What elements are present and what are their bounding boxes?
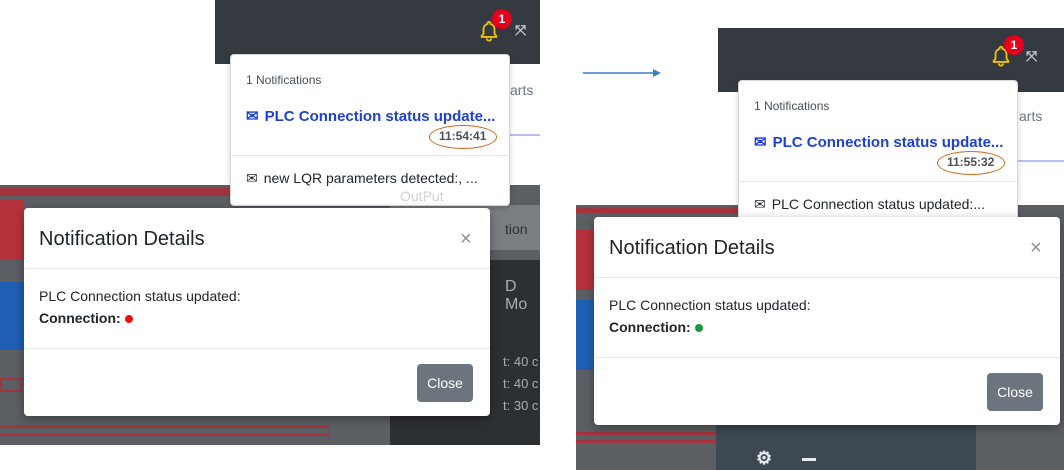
connection-label: Connection:: [609, 319, 691, 335]
behind-text: tion: [505, 221, 528, 237]
notifications-dropdown: 1 Notifications ✉ PLC Connection status u…: [738, 80, 1018, 232]
notification-time: 11:54:41: [439, 129, 487, 143]
expand-icon[interactable]: ⤧: [1026, 48, 1037, 65]
notification-item[interactable]: ✉ PLC Connection status update...: [754, 133, 1003, 151]
notification-details-modal: Notification Details × PLC Connection st…: [594, 217, 1060, 425]
right-screenshot: 1 ⤧ arts ⚙ 1 Notifications ✉ PLC Connecti…: [576, 0, 1064, 470]
notification-text: PLC Connection status updated:...: [771, 196, 985, 212]
close-icon[interactable]: ×: [1030, 237, 1042, 260]
notification-item[interactable]: ✉ new LQR parameters detected:, ...: [246, 170, 478, 187]
envelope-icon: ✉: [246, 170, 258, 186]
notification-time: 11:55:32: [947, 155, 995, 169]
notification-badge: 1: [1004, 35, 1024, 55]
bg-stripe: [0, 433, 330, 436]
dropdown-divider: [739, 181, 1017, 182]
bg-block: [576, 230, 594, 290]
behind-text: D Mo: [505, 278, 528, 313]
behind-text: t: 30 c: [503, 398, 539, 413]
notifications-header: 1 Notifications: [754, 99, 830, 113]
close-icon[interactable]: ×: [460, 228, 472, 251]
modal-message: PLC Connection status updated:: [39, 288, 241, 304]
notification-item[interactable]: ✉ PLC Connection status update...: [246, 107, 495, 125]
notifications-dropdown: 1 Notifications ✉ PLC Connection status u…: [230, 54, 510, 206]
connection-status: Connection:: [39, 310, 133, 326]
envelope-icon: ✉: [246, 108, 259, 125]
expand-icon[interactable]: ⤧: [515, 22, 526, 39]
bg-block: [0, 200, 24, 260]
notifications-header: 1 Notifications: [246, 73, 322, 87]
modal-message: PLC Connection status updated:: [609, 297, 811, 313]
notification-text: new LQR parameters detected:, ...: [263, 170, 478, 186]
gear-icon[interactable]: ⚙: [756, 448, 772, 470]
notification-details-modal: Notification Details × PLC Connection st…: [24, 208, 490, 416]
notification-badge: 1: [492, 9, 512, 29]
behind-text: arts: [1019, 108, 1043, 124]
close-button[interactable]: Close: [417, 364, 473, 402]
modal-title: Notification Details: [39, 228, 205, 250]
notification-title: PLC Connection status update...: [264, 108, 496, 125]
chart-line: [505, 134, 540, 136]
modal-divider: [24, 348, 490, 349]
bg-block: [0, 282, 24, 350]
modal-title: Notification Details: [609, 237, 775, 259]
behind-text: t: 40 c: [503, 376, 539, 391]
dropdown-divider: [231, 155, 509, 156]
notification-title: PLC Connection status update...: [772, 134, 1004, 151]
behind-text: t: 40 c: [503, 354, 539, 369]
modal-divider: [594, 277, 1060, 278]
close-button[interactable]: Close: [987, 373, 1043, 411]
modal-divider: [24, 268, 490, 269]
bg-stripe: [0, 378, 22, 392]
bottom-toolbar: [716, 420, 976, 470]
left-screenshot: 1 ⤧ arts tion D Mo t: 40 c t: 40 c t: 30…: [0, 0, 540, 470]
chart-line: [1016, 160, 1064, 162]
envelope-icon: ✉: [754, 134, 767, 151]
modal-divider: [594, 357, 1060, 358]
status-dot-red: [124, 315, 133, 324]
envelope-icon: ✉: [754, 196, 766, 212]
behind-text: arts: [510, 82, 534, 98]
connection-status: Connection:: [609, 319, 703, 335]
bg-block: [576, 300, 594, 370]
notification-item[interactable]: ✉ PLC Connection status updated:...: [754, 196, 985, 213]
connection-label: Connection:: [39, 310, 121, 326]
bg-stripe: [0, 425, 330, 428]
minus-icon[interactable]: [802, 458, 816, 461]
status-dot-green: [694, 324, 703, 333]
behind-text: OutPut: [400, 188, 444, 204]
